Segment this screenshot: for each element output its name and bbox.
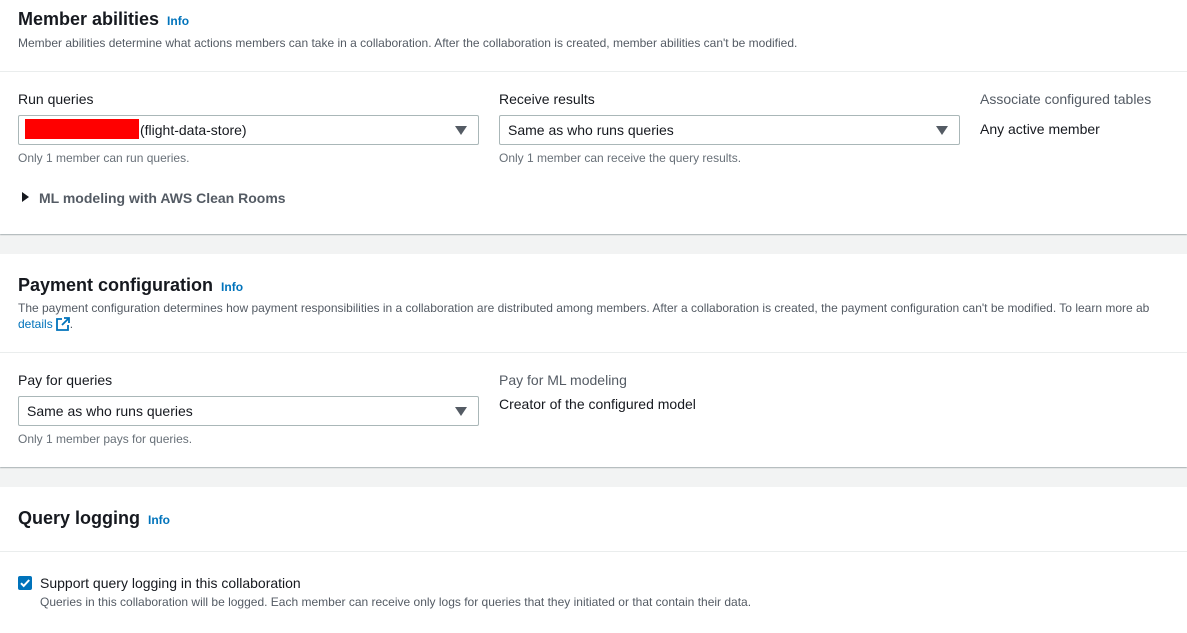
pay-for-ml-label: Pay for ML modeling <box>499 372 627 388</box>
details-link[interactable]: details <box>18 317 70 331</box>
receive-results-select[interactable]: Same as who runs queries <box>499 115 960 145</box>
pay-for-queries-selected-value: Same as who runs queries <box>27 403 193 419</box>
run-queries-selected-value: (flight-data-store) <box>140 122 247 138</box>
run-queries-select[interactable]: (flight-data-store) <box>18 115 479 145</box>
ml-modeling-expander-label: ML modeling with AWS Clean Rooms <box>39 190 286 206</box>
run-queries-hint: Only 1 member can run queries. <box>18 151 190 165</box>
run-queries-label: Run queries <box>18 91 94 107</box>
pay-for-ml-value: Creator of the configured model <box>499 396 696 412</box>
member-abilities-panel: Member abilities Info Member abilities de… <box>0 0 1187 234</box>
payment-configuration-title-text: Payment configuration <box>18 275 214 295</box>
receive-results-selected-value: Same as who runs queries <box>508 122 674 138</box>
associate-tables-label: Associate configured tables <box>980 91 1152 107</box>
payment-configuration-info-link[interactable]: Info <box>221 280 243 294</box>
member-abilities-title-text: Member abilities <box>18 9 160 29</box>
pay-for-queries-label: Pay for queries <box>18 372 113 388</box>
redacted-member-name <box>25 119 139 139</box>
member-abilities-info-link[interactable]: Info <box>167 14 189 28</box>
receive-results-hint: Only 1 member can receive the query resu… <box>499 151 742 165</box>
caret-right-icon <box>22 192 29 202</box>
query-logging-checkbox[interactable] <box>18 576 32 590</box>
query-logging-info-link[interactable]: Info <box>148 513 170 527</box>
payment-configuration-header: Payment configuration Info The payment co… <box>0 254 1187 353</box>
query-logging-checkbox-description: Queries in this collaboration will be lo… <box>40 595 752 609</box>
member-abilities-description: Member abilities determine what actions … <box>18 36 798 50</box>
query-logging-checkbox-label[interactable]: Support query logging in this collaborat… <box>40 575 301 591</box>
pay-for-queries-select[interactable]: Same as who runs queries <box>18 396 479 426</box>
query-logging-panel: Query logging Info <box>0 487 1187 633</box>
external-link-icon <box>55 317 70 331</box>
pay-for-queries-hint: Only 1 member pays for queries. <box>18 432 193 446</box>
receive-results-label: Receive results <box>499 91 595 107</box>
details-suffix: . <box>69 317 74 331</box>
caret-down-icon <box>936 126 948 135</box>
ml-modeling-expander[interactable]: ML modeling with AWS Clean Rooms <box>22 190 286 206</box>
member-abilities-header: Member abilities Info Member abilities de… <box>0 0 1187 72</box>
query-logging-header: Query logging Info <box>0 487 1187 552</box>
payment-configuration-title: Payment configuration Info <box>18 275 243 296</box>
payment-configuration-description: The payment configuration determines how… <box>18 301 1150 315</box>
query-logging-title-text: Query logging <box>18 508 141 528</box>
caret-down-icon <box>455 407 467 416</box>
payment-details-line: details. <box>18 317 73 331</box>
query-logging-title: Query logging Info <box>18 508 170 529</box>
payment-configuration-panel: Payment configuration Info The payment co… <box>0 254 1187 467</box>
member-abilities-title: Member abilities Info <box>18 9 189 30</box>
checkmark-icon <box>20 579 30 588</box>
associate-tables-value: Any active member <box>980 121 1100 137</box>
details-link-text: details <box>18 317 53 331</box>
caret-down-icon <box>455 126 467 135</box>
